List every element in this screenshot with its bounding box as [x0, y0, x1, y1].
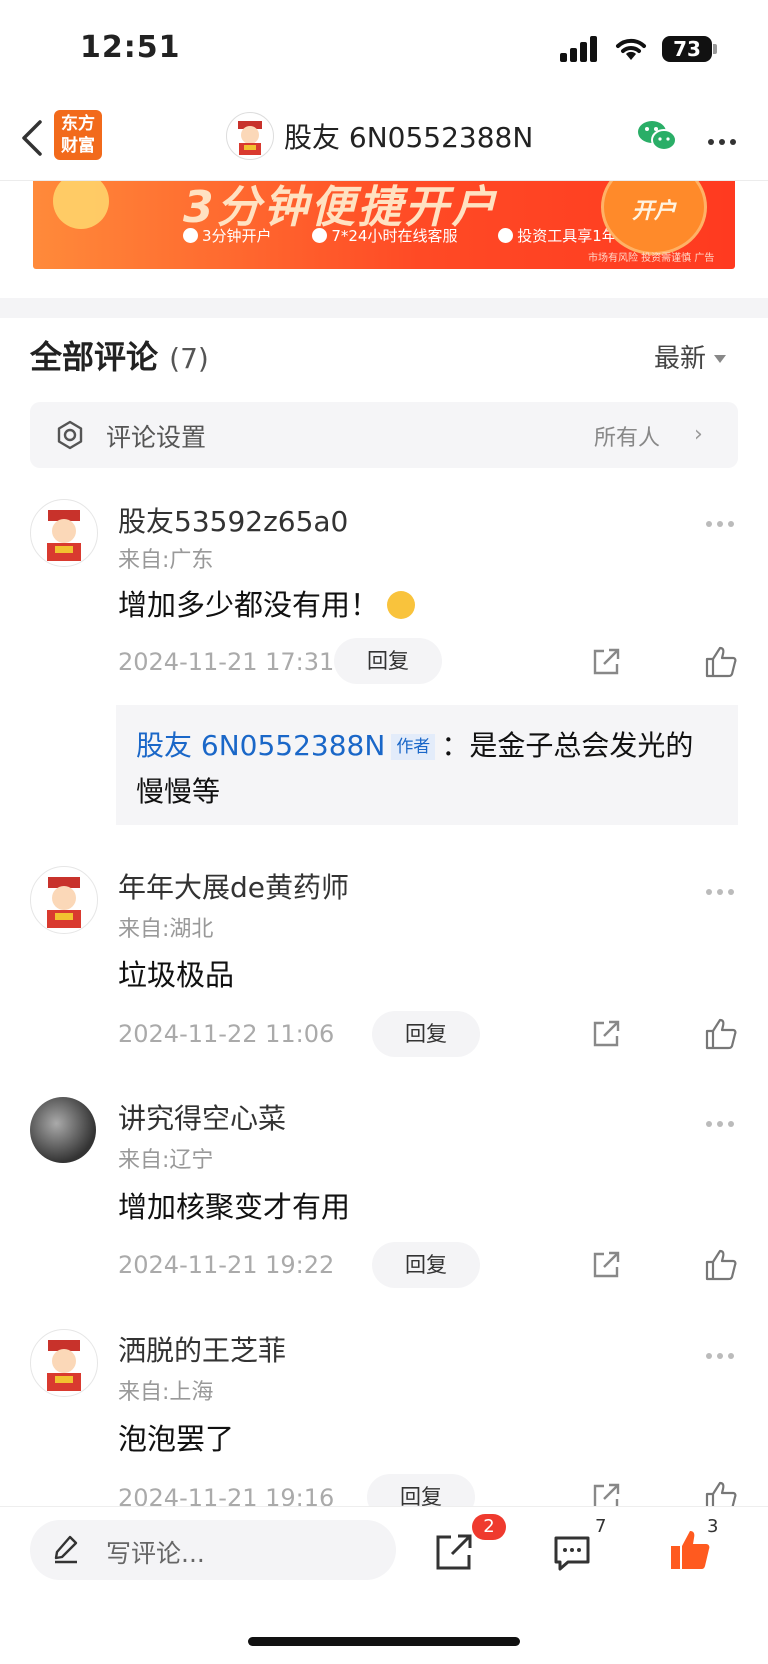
- caishen-avatar-icon: [47, 877, 81, 928]
- comment-time: 2024-11-21 17:31: [118, 648, 335, 676]
- wifi-icon: [616, 38, 646, 60]
- avatar[interactable]: [30, 1097, 96, 1163]
- comment-location: 来自:辽宁: [118, 1148, 214, 1173]
- comment-time: 2024-11-22 11:06: [118, 1020, 335, 1048]
- comment-username[interactable]: 洒脱的王芝菲: [118, 1329, 286, 1369]
- reply-separator: ：: [441, 729, 470, 762]
- logo-line2: 财富: [61, 136, 95, 156]
- share-icon[interactable]: [590, 646, 622, 678]
- coin-icon: [53, 181, 109, 229]
- like-filled-icon[interactable]: [668, 1528, 712, 1572]
- comment-icon[interactable]: [552, 1532, 592, 1572]
- sort-dropdown[interactable]: 最新: [654, 338, 727, 375]
- comment-more-icon[interactable]: [706, 512, 739, 531]
- author-reply-text: 股友 6N0552388N 作者 ：是金子总会发光的慢慢等: [136, 723, 720, 815]
- pencil-icon: [54, 1535, 78, 1564]
- status-time: 12:51: [80, 30, 181, 65]
- battery-indicator: 73: [662, 36, 712, 62]
- like-icon[interactable]: [704, 645, 738, 679]
- gear-icon: [57, 420, 83, 450]
- comment-time: 2024-11-21 19:22: [118, 1251, 335, 1279]
- signal-icon: [560, 36, 602, 62]
- comment-text: 增加核聚变才有用: [118, 1190, 351, 1224]
- reply-button[interactable]: 回复: [334, 638, 442, 684]
- like-icon[interactable]: [704, 1017, 738, 1051]
- like-icon[interactable]: [704, 1248, 738, 1282]
- wechat-icon[interactable]: [636, 118, 678, 154]
- comment-username[interactable]: 股友53592z65a0: [118, 500, 348, 540]
- share-icon[interactable]: [590, 1018, 622, 1050]
- avatar[interactable]: [30, 499, 98, 567]
- share-icon[interactable]: [590, 1249, 622, 1281]
- back-icon[interactable]: [18, 118, 46, 158]
- comment-text: 增加多少都没有用！: [118, 582, 416, 624]
- author-reply-name[interactable]: 股友 6N0552388N: [136, 729, 385, 762]
- reply-button[interactable]: 回复: [372, 1011, 480, 1057]
- battery-nub: [713, 44, 717, 54]
- share-icon[interactable]: [434, 1532, 474, 1572]
- comment-more-icon[interactable]: [706, 1112, 739, 1131]
- write-comment-placeholder: 写评论...: [106, 1539, 205, 1568]
- avatar[interactable]: [30, 1329, 98, 1397]
- comments-count: (7): [169, 342, 209, 375]
- comment-text: 泡泡罢了: [118, 1422, 235, 1456]
- caishen-avatar-icon: [238, 121, 262, 155]
- author-tag-badge: 作者: [391, 734, 436, 760]
- caishen-avatar-icon: [47, 1340, 81, 1391]
- comment-count: 7: [595, 1516, 607, 1537]
- banner-feature: 3分钟开户: [183, 227, 290, 245]
- check-icon: [312, 228, 328, 243]
- caishen-avatar-icon: [47, 510, 81, 561]
- author-avatar[interactable]: [226, 112, 274, 160]
- page-title: 股友 6N0552388N: [284, 121, 534, 154]
- ad-banner[interactable]: 3分钟便捷开户 3分钟开户 7*24小时在线客服 投资工具享1年 开户 市场有风…: [33, 181, 735, 269]
- write-comment-input[interactable]: 写评论...: [30, 1520, 396, 1580]
- comment-text: 垃圾极品: [118, 958, 235, 992]
- check-icon: [183, 228, 198, 243]
- comment-username[interactable]: 年年大展de黄药师: [118, 866, 349, 906]
- like-count: 3: [707, 1516, 719, 1537]
- comment-username[interactable]: 讲究得空心菜: [118, 1097, 286, 1137]
- logo-line1: 东方: [61, 114, 95, 134]
- banner-risk-note: 市场有风险 投资需谨慎 广告: [588, 253, 715, 264]
- reply-button[interactable]: 回复: [372, 1242, 480, 1288]
- section-divider: [0, 298, 768, 318]
- author-reply[interactable]: 股友 6N0552388N 作者 ：是金子总会发光的慢慢等: [116, 705, 738, 825]
- banner-features: 3分钟开户 7*24小时在线客服 投资工具享1年: [183, 225, 653, 246]
- comment-more-icon[interactable]: [706, 1344, 739, 1363]
- comments-title: 全部评论 (7): [30, 338, 209, 376]
- chevron-right-icon: ›: [694, 422, 703, 447]
- check-icon: [498, 228, 514, 243]
- share-count-badge: 2: [472, 1514, 506, 1540]
- comment-location: 来自:上海: [118, 1380, 214, 1405]
- app-logo[interactable]: 东方 财富: [54, 110, 102, 160]
- comment-settings-row[interactable]: 评论设置 所有人 ›: [30, 402, 738, 468]
- settings-value: 所有人: [594, 426, 661, 451]
- banner-feature: 7*24小时在线客服: [312, 227, 475, 245]
- comment-more-icon[interactable]: [706, 880, 739, 899]
- dropdown-arrow-icon: [714, 355, 727, 363]
- more-icon[interactable]: [708, 130, 741, 149]
- settings-label: 评论设置: [106, 423, 207, 452]
- home-indicator: [248, 1637, 520, 1646]
- comment-location: 来自:广东: [118, 548, 214, 573]
- avatar[interactable]: [30, 866, 98, 934]
- emoji-icon: [387, 591, 416, 619]
- comment-location: 来自:湖北: [118, 917, 214, 942]
